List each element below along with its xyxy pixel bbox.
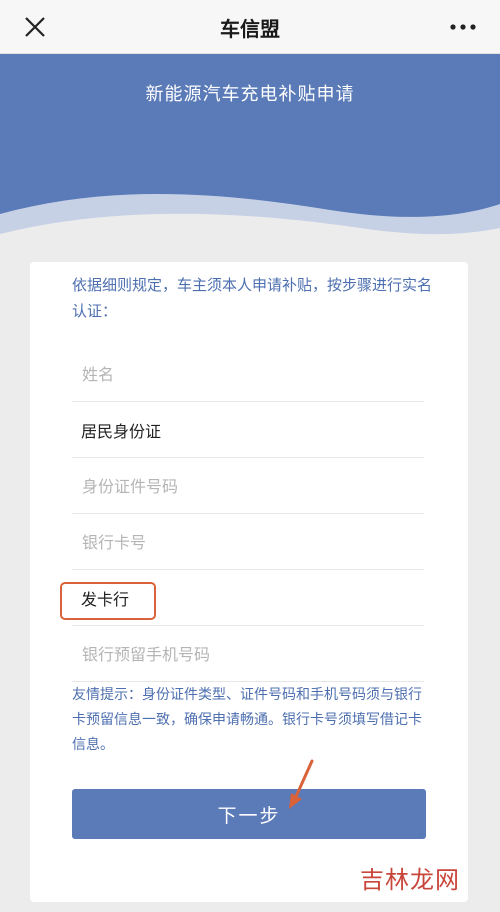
intro-text: 依据细则规定，车主须本人申请补贴，按步骤进行实名认证：: [72, 276, 433, 320]
top-bar: 车信盟: [0, 0, 500, 54]
id-type-value: 居民身份证: [81, 422, 162, 441]
phone-field: [72, 626, 424, 682]
banner-title: 新能源汽车充电补贴申请: [145, 84, 355, 105]
next-step-button[interactable]: 下一步: [72, 789, 426, 839]
tip-text: 友情提示：身份证件类型、证件号码和手机号码须与银行卡预留信息一致，确保申请畅通。…: [72, 687, 422, 753]
more-dots-icon: [450, 24, 476, 30]
banner-wave: [0, 193, 500, 254]
more-button[interactable]: [448, 18, 478, 36]
phone-input[interactable]: [80, 638, 414, 670]
page-title: 车信盟: [220, 17, 280, 41]
bank-card-input[interactable]: [80, 526, 414, 558]
id-number-field: [72, 458, 424, 514]
name-input[interactable]: [80, 358, 414, 390]
name-field: [72, 346, 424, 402]
id-type-field[interactable]: 居民身份证: [72, 402, 424, 458]
watermark: 吉林龙网: [360, 866, 460, 894]
id-number-input[interactable]: [80, 470, 414, 502]
form-card: 依据细则规定，车主须本人申请补贴，按步骤进行实名认证： 居民身份证 发卡行 友情…: [30, 262, 468, 902]
banner: 新能源汽车充电补贴申请: [0, 54, 500, 254]
annotation-arrow-icon: [289, 759, 314, 809]
bank-card-field: [72, 514, 424, 570]
issuer-highlight-box: [60, 582, 156, 620]
